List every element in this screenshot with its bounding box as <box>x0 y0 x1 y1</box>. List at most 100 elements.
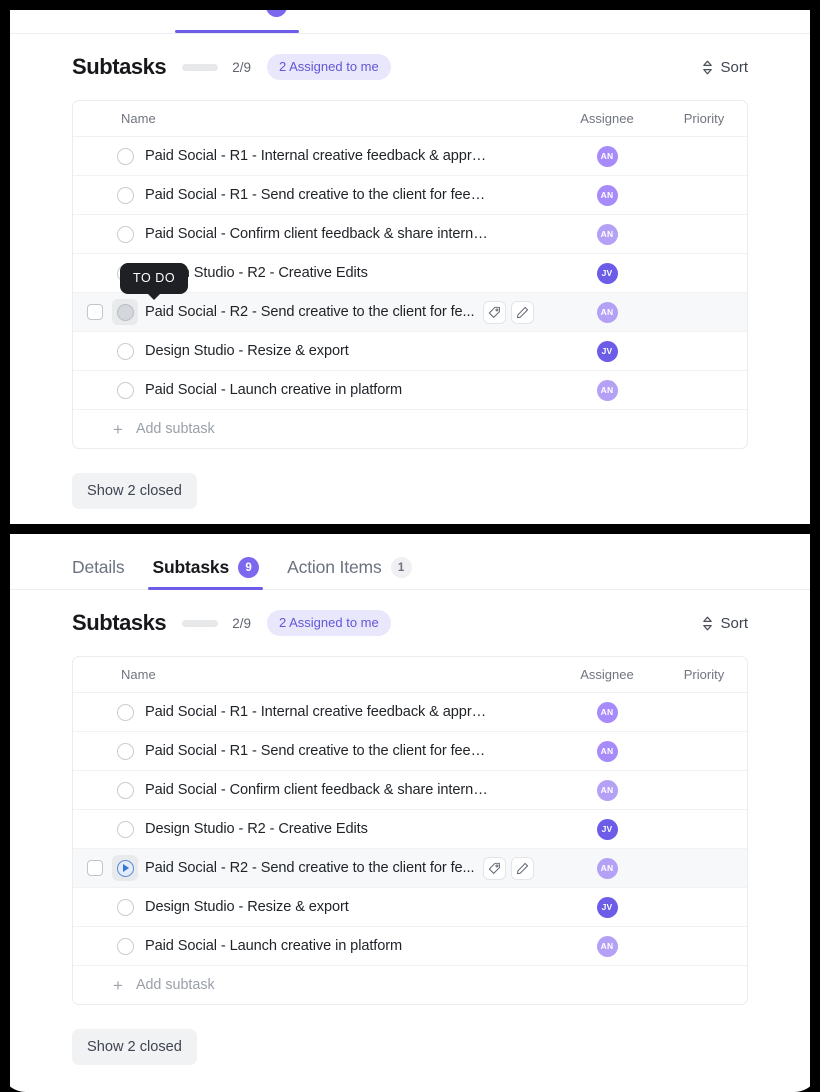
status-icon-open <box>116 186 134 204</box>
tab-badge: 9 <box>238 557 260 578</box>
show-closed-button[interactable]: Show 2 closed <box>72 473 197 509</box>
table-row[interactable]: Paid Social - R1 - Send creative to the … <box>73 732 747 771</box>
avatar[interactable]: AN <box>596 145 618 167</box>
status-toggle[interactable] <box>112 816 138 842</box>
page-title: Subtasks <box>72 54 167 79</box>
page-title: Subtasks <box>72 610 167 635</box>
column-header-name: Name <box>121 111 156 126</box>
assignee-cell: AN <box>553 379 661 401</box>
status-toggle[interactable] <box>112 182 138 208</box>
subtask-title: Paid Social - Launch creative in platfor… <box>145 382 403 398</box>
subtask-title: Design Studio - Resize & export <box>145 343 349 359</box>
assignee-cell: AN <box>553 779 661 801</box>
column-header-priority: Priority <box>683 111 725 126</box>
edit-button[interactable] <box>511 300 535 324</box>
sort-button[interactable]: Sort <box>702 615 748 632</box>
tab-details[interactable]: Details <box>72 557 125 589</box>
progress-ratio: 2/9 <box>232 59 251 75</box>
edit-button[interactable] <box>511 856 535 880</box>
avatar[interactable]: AN <box>596 701 618 723</box>
progress-bar <box>182 619 219 627</box>
table-row[interactable]: Paid Social - R1 - Internal creative fee… <box>73 693 747 732</box>
table-header-row: Name Assignee Priority <box>73 101 747 137</box>
table-row[interactable]: Paid Social - R2 - Send creative to the … <box>73 293 747 332</box>
status-toggle[interactable] <box>112 143 138 169</box>
table-header-row: Name Assignee Priority <box>73 657 747 693</box>
status-icon-open <box>116 937 134 955</box>
status-icon-open <box>116 898 134 916</box>
table-row[interactable]: Design Studio - R2 - Creative Edits JV <box>73 810 747 849</box>
tab-badge: 1 <box>390 557 412 578</box>
status-toggle[interactable] <box>112 777 138 803</box>
tag-icon <box>489 306 501 318</box>
table-row[interactable]: Paid Social - R1 - Send creative to the … <box>73 176 747 215</box>
plus-icon: + <box>113 419 123 439</box>
avatar[interactable]: AN <box>596 779 618 801</box>
tab-bar-cropped <box>10 10 810 34</box>
avatar[interactable]: AN <box>596 379 618 401</box>
add-subtask-button[interactable]: + Add subtask <box>73 410 747 448</box>
assigned-to-me-chip[interactable]: 2 Assigned to me <box>267 610 391 636</box>
sort-button[interactable]: Sort <box>702 59 748 76</box>
table-row[interactable]: Paid Social - Launch creative in platfor… <box>73 927 747 966</box>
tag-button[interactable] <box>483 300 507 324</box>
status-toggle[interactable] <box>112 894 138 920</box>
status-toggle[interactable] <box>112 699 138 725</box>
table-row[interactable]: Design Studio - Resize & export JV <box>73 888 747 927</box>
status-toggle[interactable] <box>112 221 138 247</box>
avatar[interactable]: JV <box>596 262 618 284</box>
subtask-title: Design Studio - R2 - Creative Edits <box>145 821 368 837</box>
tag-button[interactable] <box>483 856 507 880</box>
status-toggle[interactable] <box>112 855 138 881</box>
avatar[interactable]: AN <box>596 184 618 206</box>
subtask-title: Paid Social - R1 - Internal creative fee… <box>145 704 493 720</box>
table-row[interactable]: Paid Social - Confirm client feedback & … <box>73 215 747 254</box>
sort-label: Sort <box>720 58 748 76</box>
assigned-to-me-chip[interactable]: 2 Assigned to me <box>267 54 391 80</box>
column-header-priority: Priority <box>683 667 725 682</box>
tab-badge-subtasks-cropped <box>266 10 287 17</box>
sort-chevrons-icon <box>703 60 713 74</box>
subtask-title: Design Studio - Resize & export <box>145 899 349 915</box>
subtask-title: Paid Social - Confirm client feedback & … <box>145 226 493 242</box>
status-toggle[interactable] <box>112 933 138 959</box>
table-row[interactable]: Paid Social - R2 - Send creative to the … <box>73 849 747 888</box>
row-actions <box>483 856 535 880</box>
sort-label: Sort <box>720 614 748 632</box>
tab-action-items[interactable]: Action Items 1 <box>287 557 412 589</box>
avatar[interactable]: JV <box>596 896 618 918</box>
status-toggle[interactable] <box>112 738 138 764</box>
status-icon-open <box>116 781 134 799</box>
status-icon-open <box>116 703 134 721</box>
status-icon-open <box>116 381 134 399</box>
status-toggle[interactable] <box>112 377 138 403</box>
avatar[interactable]: JV <box>596 340 618 362</box>
add-subtask-button[interactable]: + Add subtask <box>73 966 747 1004</box>
status-icon-in-progress <box>116 859 134 877</box>
tab-subtasks[interactable]: Subtasks 9 <box>148 557 263 590</box>
table-row[interactable]: Paid Social - Confirm client feedback & … <box>73 771 747 810</box>
avatar[interactable]: AN <box>596 223 618 245</box>
device-frame: Subtasks 2/9 2 Assigned to me Sort Name … <box>0 0 820 1092</box>
subtasks-header: Subtasks 2/9 2 Assigned to me Sort <box>10 34 810 100</box>
assignee-cell: JV <box>553 262 661 284</box>
avatar[interactable]: AN <box>596 740 618 762</box>
assignee-cell: AN <box>553 935 661 957</box>
assignee-cell: JV <box>553 340 661 362</box>
avatar[interactable]: AN <box>596 857 618 879</box>
subtask-title: Paid Social - R2 - Send creative to the … <box>145 304 475 320</box>
avatar[interactable]: AN <box>596 301 618 323</box>
row-checkbox[interactable] <box>87 860 103 876</box>
show-closed-button[interactable]: Show 2 closed <box>72 1029 197 1065</box>
row-checkbox[interactable] <box>87 304 103 320</box>
subtask-title: Paid Social - Launch creative in platfor… <box>145 938 403 954</box>
assignee-cell: AN <box>553 223 661 245</box>
status-toggle[interactable] <box>112 299 138 325</box>
avatar[interactable]: AN <box>596 935 618 957</box>
assignee-cell: AN <box>553 701 661 723</box>
avatar[interactable]: JV <box>596 818 618 840</box>
status-toggle[interactable] <box>112 338 138 364</box>
table-row[interactable]: Paid Social - Launch creative in platfor… <box>73 371 747 410</box>
table-row[interactable]: Paid Social - R1 - Internal creative fee… <box>73 137 747 176</box>
table-row[interactable]: Design Studio - Resize & export JV <box>73 332 747 371</box>
